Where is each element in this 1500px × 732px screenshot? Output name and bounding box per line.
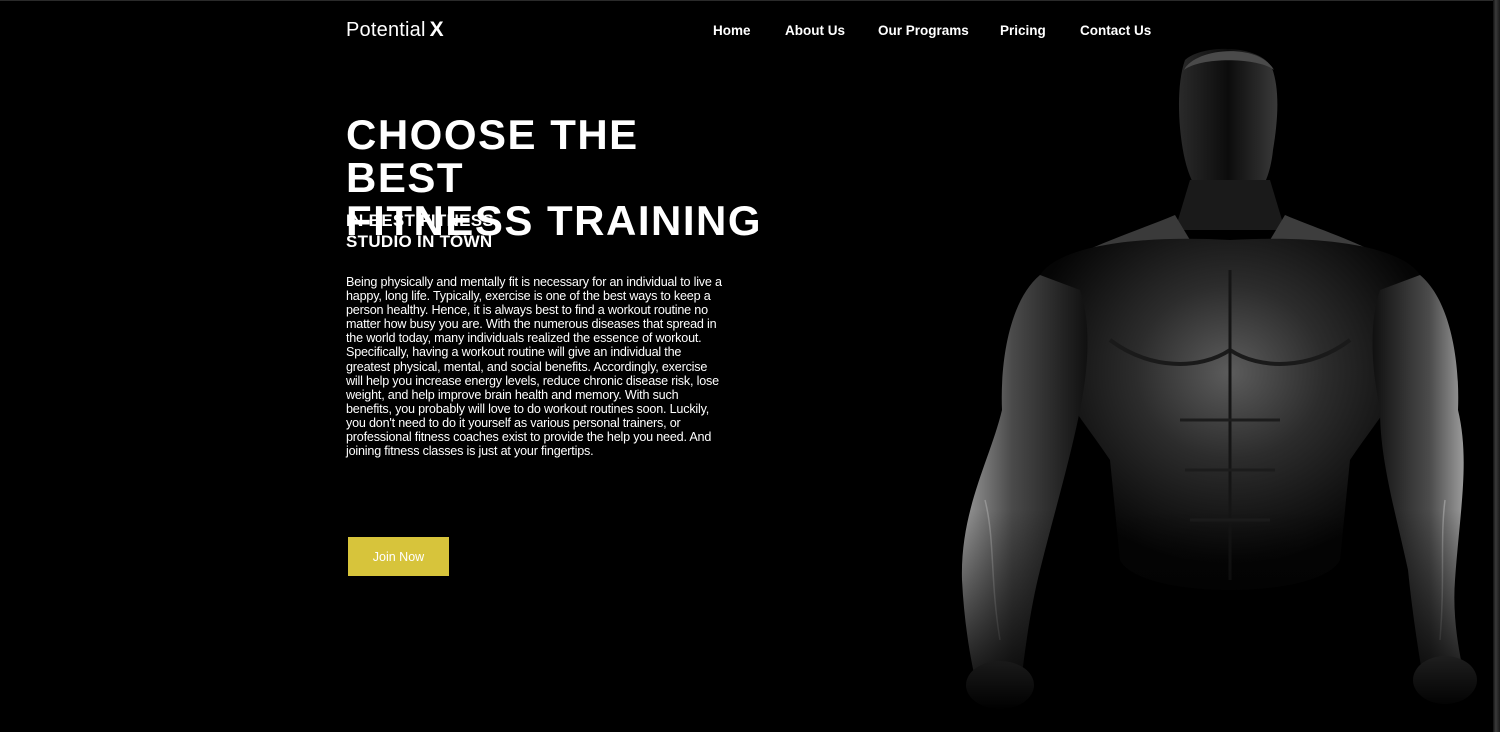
athlete-silhouette-image [940, 40, 1480, 710]
hero-subtitle: IN BEST FITNESS STUDIO IN TOWN [346, 210, 546, 252]
nav-link-pricing[interactable]: Pricing [1000, 23, 1046, 38]
hero-subtitle-line1: IN BEST FITNESS [346, 211, 495, 230]
join-now-button[interactable]: Join Now [348, 537, 449, 576]
nav-link-contact-us[interactable]: Contact Us [1080, 23, 1151, 38]
hero-title-line1: CHOOSE THE BEST [346, 111, 639, 201]
hero-subtitle-line2: STUDIO IN TOWN [346, 232, 493, 251]
hero-description: Being physically and mentally fit is nec… [346, 275, 722, 459]
nav-link-our-programs[interactable]: Our Programs [878, 23, 969, 38]
nav-link-home[interactable]: Home [713, 23, 751, 38]
nav-link-about-us[interactable]: About Us [785, 23, 845, 38]
scrollbar-edge[interactable] [1493, 0, 1500, 732]
top-border [0, 0, 1500, 1]
landing-page: Potential X Home About Us Our Programs Pr… [0, 0, 1500, 732]
